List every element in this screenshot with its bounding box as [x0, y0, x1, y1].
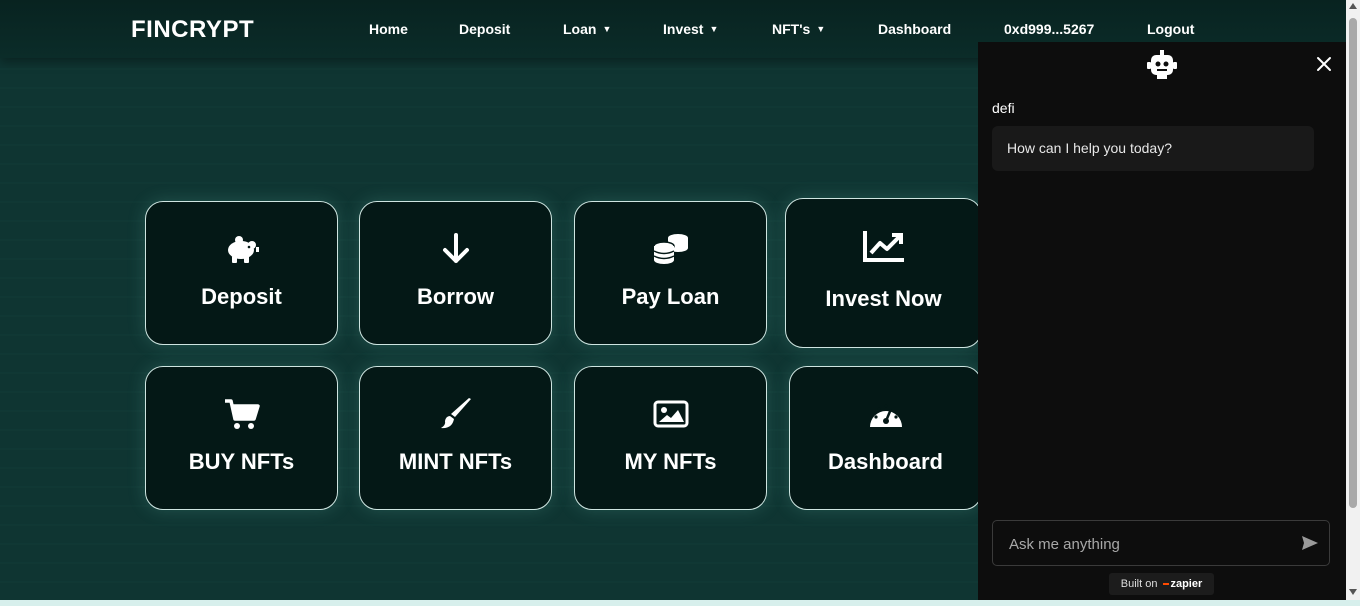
pay-loan-card-label: Pay Loan — [621, 284, 720, 309]
deposit-card-label: Deposit — [201, 284, 282, 309]
paintbrush-icon — [360, 397, 551, 431]
nav-nfts-label: NFT's — [772, 21, 811, 37]
piggy-bank-icon — [146, 232, 337, 266]
scroll-down-arrow-icon[interactable] — [1349, 589, 1357, 595]
gauge-icon — [790, 397, 981, 431]
bottom-strip — [0, 600, 1360, 606]
image-icon — [575, 397, 766, 431]
nav-deposit[interactable]: Deposit — [459, 21, 510, 37]
buy-nfts-card-label: BUY NFTs — [188, 449, 295, 474]
dashboard-card[interactable]: Dashboard — [789, 366, 982, 510]
mint-nfts-card[interactable]: MINT NFTs — [359, 366, 552, 510]
dashboard-card-label: Dashboard — [828, 449, 943, 474]
nav-invest-label: Invest — [663, 21, 704, 37]
bot-message-text: How can I help you today? — [1007, 140, 1172, 156]
nav-dashboard[interactable]: Dashboard — [878, 21, 951, 37]
borrow-card[interactable]: Borrow — [359, 201, 552, 345]
zapier-logo: zapier — [1163, 578, 1202, 590]
send-icon[interactable] — [1301, 535, 1319, 556]
arrow-down-icon — [360, 232, 551, 266]
brand-logo[interactable]: FINCRYPT — [131, 16, 254, 44]
nav-logout[interactable]: Logout — [1147, 21, 1194, 37]
my-nfts-card[interactable]: MY NFTs — [574, 366, 767, 510]
pay-loan-card[interactable]: Pay Loan — [574, 201, 767, 345]
nav-home[interactable]: Home — [369, 21, 408, 37]
chat-panel: defi How can I help you today? Built on … — [978, 42, 1346, 600]
scrollbar-thumb[interactable] — [1349, 18, 1357, 508]
robot-icon — [1146, 49, 1178, 86]
page-scrollbar[interactable] — [1346, 0, 1360, 600]
chart-line-icon — [786, 229, 981, 263]
borrow-card-label: Borrow — [417, 284, 494, 309]
caret-down-icon: ▼ — [816, 24, 826, 34]
mint-nfts-card-label: MINT NFTs — [398, 449, 513, 474]
buy-nfts-card[interactable]: BUY NFTs — [145, 366, 338, 510]
bot-name: defi — [992, 100, 1015, 116]
nav-nfts-dropdown[interactable]: NFT's ▼ — [772, 21, 825, 37]
coins-icon — [575, 232, 766, 266]
scroll-up-arrow-icon[interactable] — [1349, 3, 1357, 9]
nav-loan-label: Loan — [563, 21, 597, 37]
deposit-card[interactable]: Deposit — [145, 201, 338, 345]
invest-now-card[interactable]: Invest Now — [785, 198, 982, 348]
invest-now-card-label: Invest Now — [825, 286, 942, 311]
nav-wallet-address[interactable]: 0xd999...5267 — [1004, 21, 1094, 37]
chat-input[interactable] — [1007, 533, 1281, 555]
my-nfts-card-label: MY NFTs — [624, 449, 717, 474]
chat-input-box — [992, 520, 1330, 566]
caret-down-icon: ▼ — [602, 24, 612, 34]
built-on-zapier-badge[interactable]: Built on zapier — [1109, 573, 1214, 595]
nav-loan-dropdown[interactable]: Loan ▼ — [563, 21, 611, 37]
built-on-label: Built on — [1120, 578, 1158, 590]
bot-message-bubble: How can I help you today? — [992, 126, 1314, 171]
cart-icon — [146, 397, 337, 431]
nav-invest-dropdown[interactable]: Invest ▼ — [663, 21, 718, 37]
close-icon[interactable] — [1314, 54, 1334, 74]
caret-down-icon: ▼ — [709, 24, 719, 34]
